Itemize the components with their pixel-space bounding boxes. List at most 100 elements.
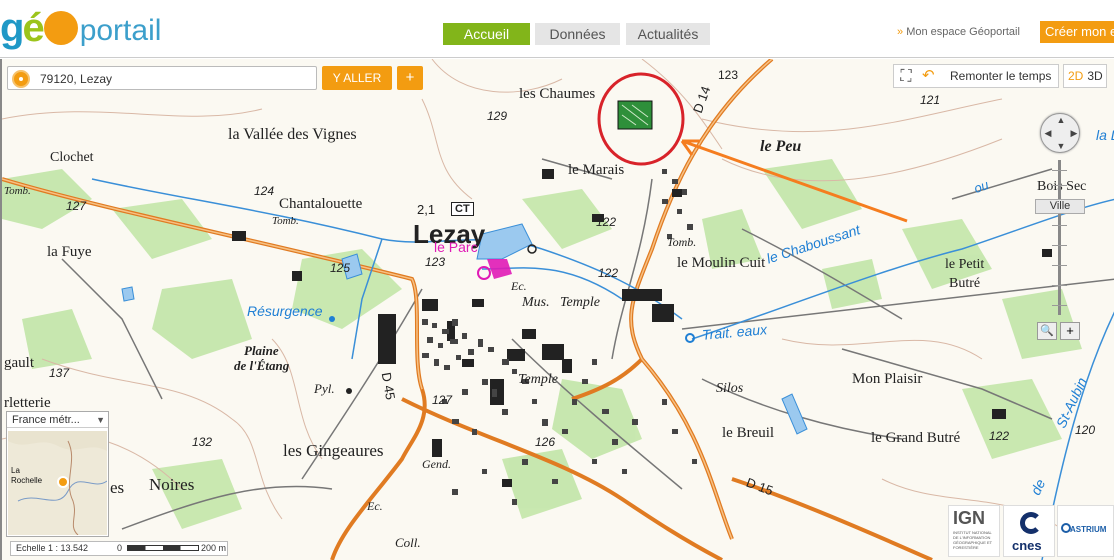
mode-3d-button[interactable]: 3D [1087,69,1102,83]
pan-left-icon[interactable]: ◀ [1043,128,1053,139]
map-label: de l'Étang [234,358,290,373]
elevation-label: 124 [254,184,275,198]
map-label: le Moulin Cuit [677,255,766,271]
map-label: Ec. [511,279,527,293]
elevation-label: 126 [535,435,556,449]
map-label: Tomb. [272,215,299,227]
zoom-tick [1052,185,1067,186]
elevation-label: 122 [598,266,619,280]
map-canvas[interactable]: les Chaumes la Vallée des Vignes Clochet… [0,59,1114,560]
map-label: le Breuil [722,425,775,441]
pan-down-icon[interactable]: ▼ [1056,141,1066,151]
map-label: Tomb. [667,235,697,249]
map-label: Coll. [395,535,421,550]
tab-accueil[interactable]: Accueil [443,23,530,45]
map-label: Chantalouette [279,196,363,212]
elevation-label: 122 [596,215,617,229]
map-label: Ec. [367,499,383,513]
zoom-tick [1052,305,1067,306]
map-label: Temple [560,295,600,310]
zoom-tick [1052,170,1067,171]
elevation-label: 129 [487,109,508,123]
location-pin-icon [57,476,69,488]
map-label: le Marais [568,162,625,178]
scale-bar: Echelle 1 : 13.542 0 200 m [10,541,228,556]
tab-actualites[interactable]: Actualités [626,23,710,45]
elevation-label: 127 [66,199,87,213]
map-label: le Petit [945,257,985,272]
zoom-tick [1052,225,1067,226]
search-bar [7,66,317,90]
map-label: les Chaumes [519,86,596,102]
map-label: Temple [518,372,558,387]
map-label: Résurgence [247,303,323,319]
map-label: Butré [949,276,981,291]
map-label: 2,1 [417,202,436,217]
logo-e: é [22,6,44,50]
logo-o-disc [43,11,78,45]
ign-logo[interactable]: IGN INSTITUT NATIONAL DE L'INFORMATION G… [948,505,1000,557]
map-label: Tomb. [4,185,31,197]
map-label: Plaine [244,343,279,358]
creer-compte-button[interactable]: Créer mon e [1040,21,1114,43]
elevation-label: 137 [49,366,70,380]
map-label: le Grand Butré [871,430,961,446]
logo-portail: portail [79,14,162,47]
zoom-tick [1052,285,1067,286]
mon-espace-link[interactable]: » Mon espace Géoportail [897,26,1020,38]
territory-select[interactable]: France métr... ▼ [7,412,108,428]
zoom-out-button[interactable]: 🔍 [1037,322,1057,340]
cnes-logo[interactable]: cnes [1003,505,1055,557]
map-label: Gend. [422,457,451,471]
map-label: les Gingeaures [283,441,384,460]
add-search-button[interactable]: + [397,66,423,90]
elevation-label: 125 [330,261,351,275]
logo-g: g [0,6,24,50]
elevation-label: 127 [432,393,453,407]
search-input[interactable] [40,70,310,88]
elevation-label: 123 [425,255,446,269]
zoom-tick [1052,245,1067,246]
map-label: la Di [1096,127,1114,143]
locate-icon[interactable] [12,70,30,88]
zoom-slider-track[interactable] [1058,160,1061,315]
overview-map[interactable]: La Rochelle [8,431,108,536]
zoom-level-label[interactable]: Ville [1035,199,1085,214]
astrium-logo[interactable]: ASTRIUM [1057,505,1114,557]
tab-donnees[interactable]: Données [535,23,620,45]
view-mode-toggle: 2D 3D [1063,64,1107,88]
scale-graphic [127,545,199,551]
chevron-down-icon: ▼ [96,415,105,425]
map-label: Bois Sec [1037,179,1087,194]
pan-control[interactable]: ▲ ▼ ◀ ▶ [1040,113,1080,153]
map-label: le Parc [434,239,478,255]
header: gé portail Accueil Données Actualités » … [0,0,1114,58]
map-label: gault [4,355,34,371]
undo-arrow-icon[interactable]: ↶ [922,68,938,84]
map-label: CT [451,202,474,216]
overview-map-panel: France métr... ▼ La Rochelle [6,411,109,537]
elevation-label: 123 [718,68,739,82]
fullscreen-icon[interactable]: ⛶ [896,67,916,87]
zoom-tick [1052,265,1067,266]
map-label: Clochet [50,150,94,165]
y-aller-button[interactable]: Y ALLER [322,66,392,90]
map-label: Silos [716,381,744,396]
elevation-label: 121 [920,93,941,107]
zoom-in-button[interactable]: + [1060,322,1080,340]
map-label: es [110,478,125,497]
pan-up-icon[interactable]: ▲ [1056,115,1066,125]
map-label: la Fuye [47,244,92,260]
map-label: rletterie [4,395,51,411]
pan-right-icon[interactable]: ▶ [1069,128,1079,139]
elevation-label: 122 [989,429,1010,443]
mode-2d-button[interactable]: 2D [1068,69,1083,83]
map-label: Pyl. [314,381,335,396]
map-label: la Vallée des Vignes [228,126,357,143]
map-label: Mus. [522,295,550,310]
elevation-label: 120 [1075,423,1096,437]
map-label: Mon Plaisir [852,371,923,387]
remonter-le-temps-link[interactable]: Remonter le temps [950,69,1051,83]
elevation-label: 132 [192,435,213,449]
geoportail-logo[interactable]: gé portail [0,0,161,50]
